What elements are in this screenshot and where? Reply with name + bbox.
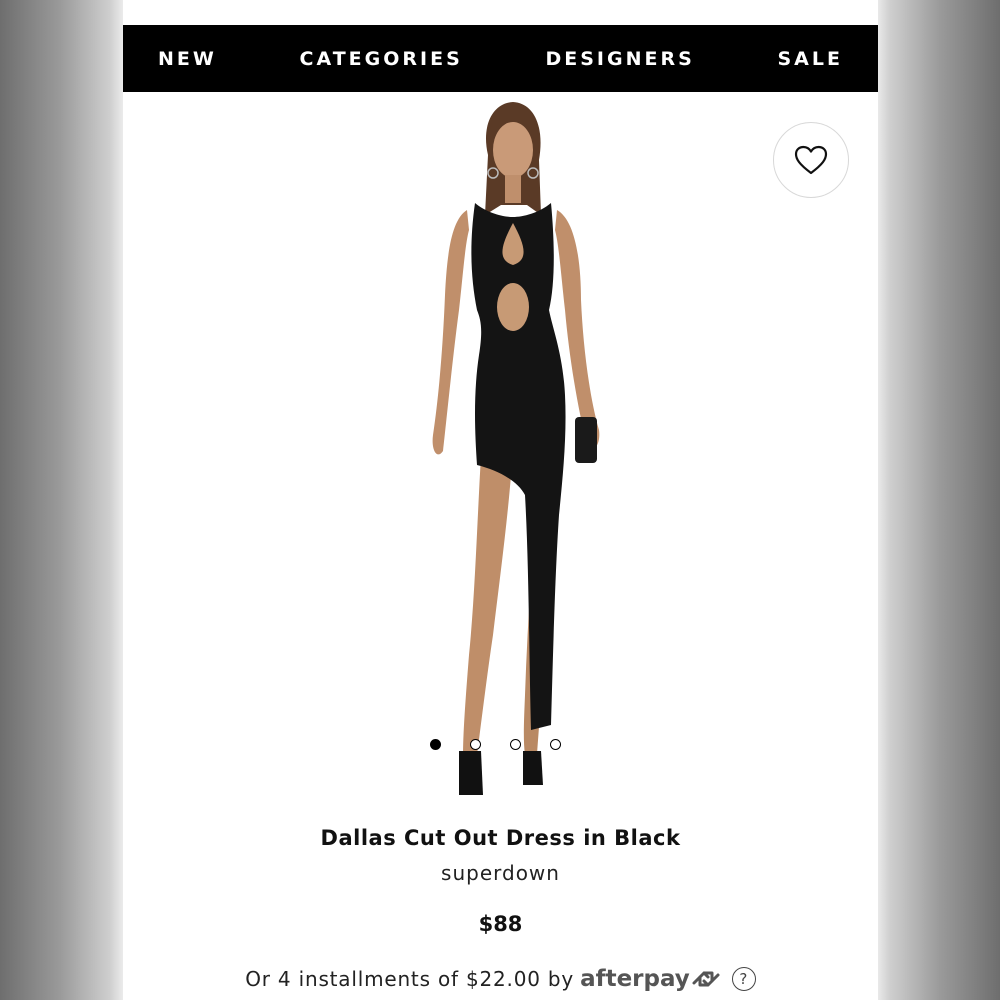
- product-image[interactable]: [403, 95, 623, 815]
- afterpay-arrows-icon: [692, 971, 720, 987]
- afterpay-logo: afterpay: [580, 966, 722, 992]
- wishlist-button[interactable]: [773, 122, 849, 198]
- top-nav: NEW CATEGORIES DESIGNERS SALE: [123, 25, 878, 92]
- app-screen: NEW CATEGORIES DESIGNERS SALE Dallas Cut…: [123, 0, 878, 1000]
- nav-item-designers[interactable]: DESIGNERS: [545, 48, 694, 70]
- carousel-dot-1[interactable]: [430, 739, 441, 750]
- carousel-dot-3[interactable]: [510, 739, 521, 750]
- product-price: $88: [478, 912, 523, 936]
- heart-icon: [794, 145, 828, 175]
- product-brand[interactable]: superdown: [123, 861, 878, 885]
- image-carousel-dots: [430, 739, 561, 750]
- installment-text: Or 4 installments of $22.00 by: [245, 967, 575, 991]
- nav-item-new[interactable]: NEW: [158, 48, 217, 70]
- product-title: Dallas Cut Out Dress in Black: [320, 826, 681, 850]
- afterpay-installments: Or 4 installments of $22.00 by afterpay …: [123, 966, 878, 992]
- afterpay-wordmark: afterpay: [580, 966, 690, 992]
- question-mark-icon[interactable]: ?: [731, 967, 756, 991]
- nav-item-sale[interactable]: SALE: [777, 48, 842, 70]
- nav-item-categories[interactable]: CATEGORIES: [300, 48, 463, 70]
- carousel-dot-4[interactable]: [550, 739, 561, 750]
- carousel-dot-2[interactable]: [470, 739, 481, 750]
